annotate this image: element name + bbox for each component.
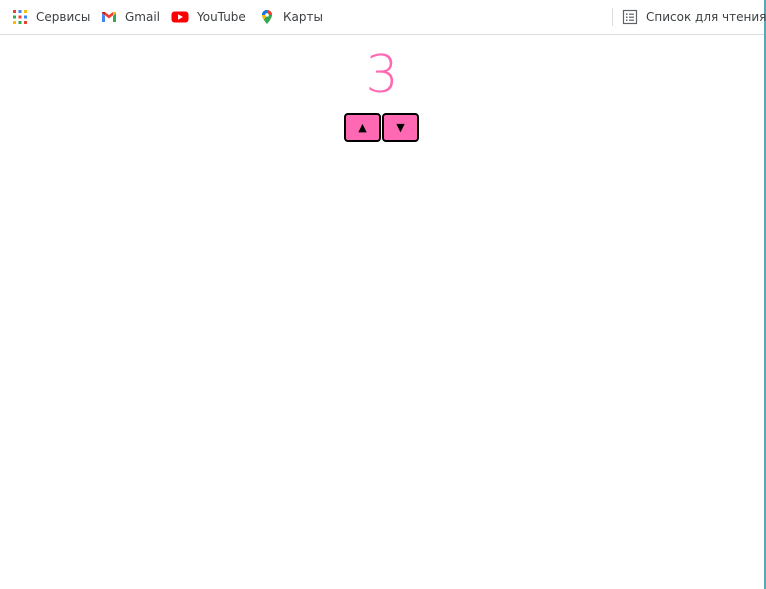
increment-button[interactable]: ▲: [344, 113, 381, 142]
bookmark-label: Сервисы: [36, 10, 91, 24]
reading-list-button[interactable]: Список для чтения: [622, 0, 766, 34]
bookmark-label: YouTube: [197, 10, 246, 24]
counter-value: 3: [365, 45, 399, 105]
browser-page: Сервисы Gmail YouTube Карты Список для ч…: [0, 0, 766, 589]
decrement-button[interactable]: ▼: [382, 113, 419, 142]
bookmark-label: Карты: [283, 10, 323, 24]
maps-pin-icon: [259, 9, 275, 25]
youtube-icon: [171, 9, 189, 25]
bookmarks-separator: [612, 8, 613, 26]
bookmark-services[interactable]: Сервисы: [12, 0, 90, 34]
counter-controls: ▲ ▼: [344, 113, 420, 142]
reading-list-icon: [622, 9, 638, 25]
apps-grid-icon: [12, 9, 28, 25]
bookmarks-bar: Сервисы Gmail YouTube Карты Список для ч…: [0, 0, 766, 35]
bookmark-maps[interactable]: Карты: [259, 0, 323, 34]
bookmark-gmail[interactable]: Gmail: [101, 0, 160, 34]
bookmark-youtube[interactable]: YouTube: [171, 0, 246, 34]
gmail-icon: [101, 9, 117, 25]
bookmark-label: Gmail: [125, 10, 161, 24]
reading-list-label: Список для чтения: [646, 10, 766, 24]
